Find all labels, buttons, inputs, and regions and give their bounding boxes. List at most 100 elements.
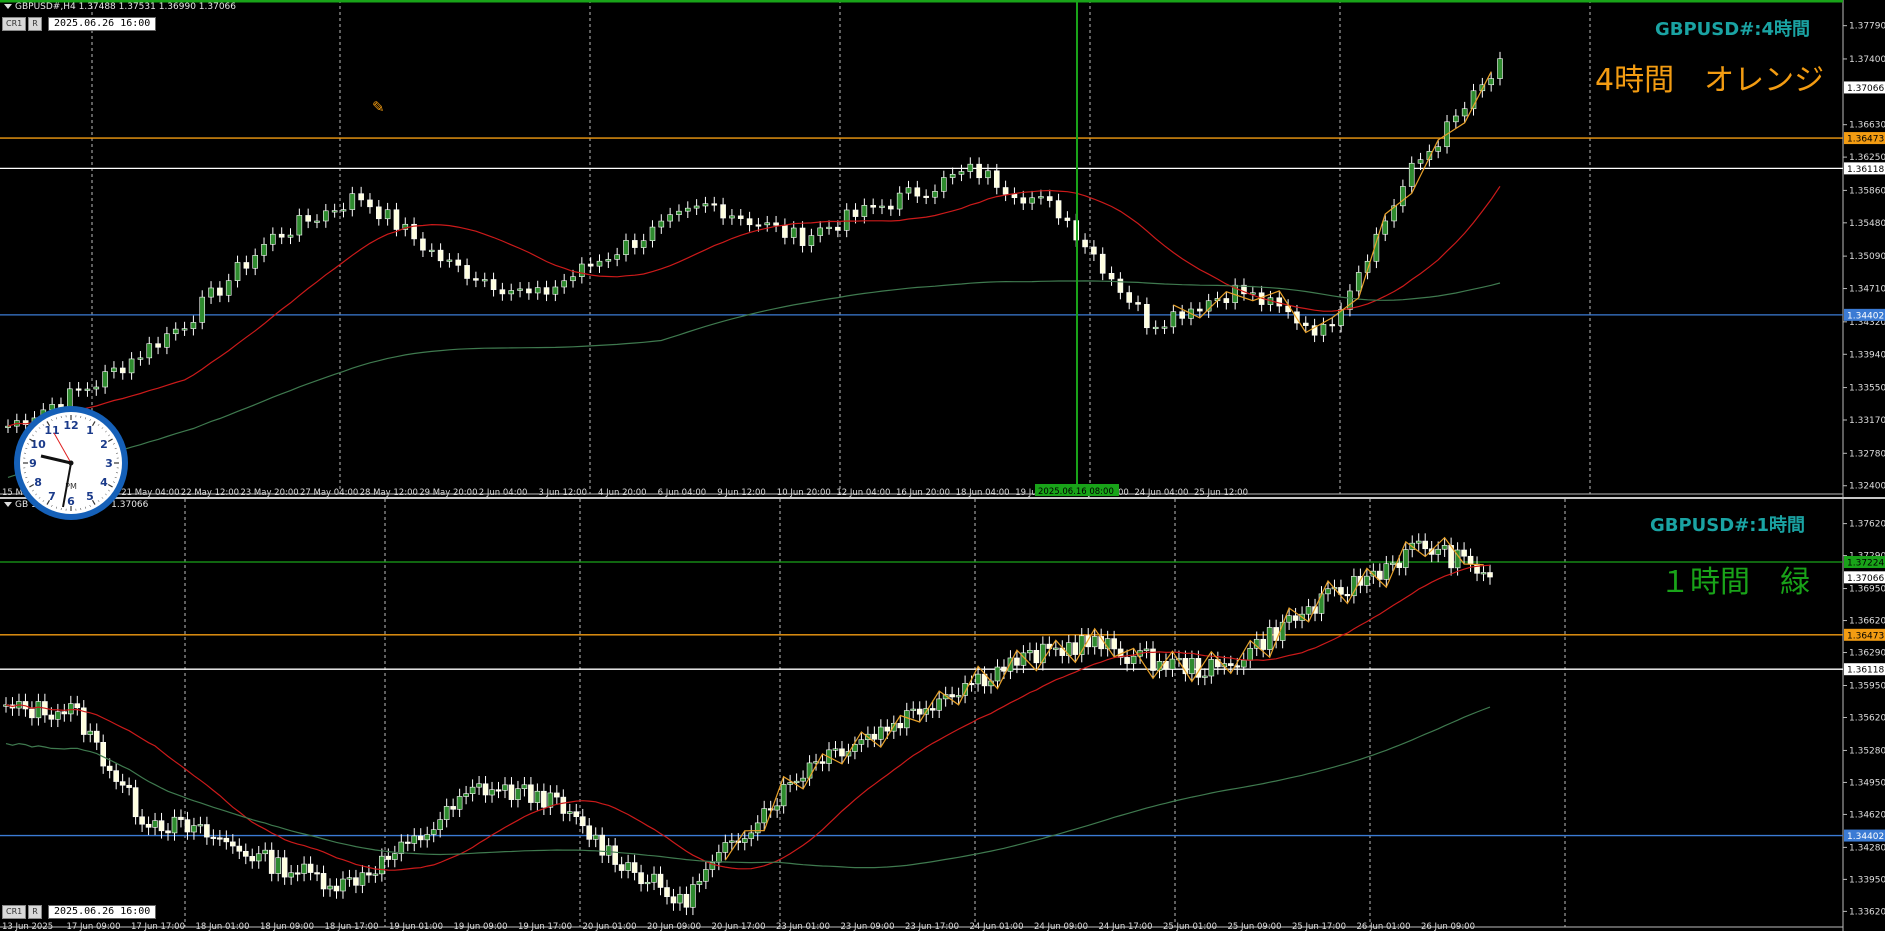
clock-number: 9 — [29, 457, 37, 470]
h4-date-box[interactable]: 2025.06.26 16:00 — [48, 17, 157, 31]
cr1-button[interactable]: CR1 — [2, 17, 27, 31]
candle-body — [392, 853, 398, 860]
candle-body — [393, 209, 400, 230]
candle-body — [677, 893, 683, 904]
time-tick-label: 20 Jun 09:00 — [647, 922, 701, 931]
time-tick-label: 22 May 12:00 — [181, 488, 239, 497]
r-button[interactable]: R — [28, 905, 42, 919]
candle-body — [993, 170, 1000, 188]
analog-clock-widget[interactable]: 12 1 2 3 4 5 6 7 8 9 10 11 PM — [14, 406, 128, 520]
price-tick-label: 1.37790 — [1849, 22, 1885, 32]
candle-body — [586, 825, 593, 840]
clock-icon: 12 1234567891011PM — [23, 415, 119, 511]
r-button[interactable]: R — [28, 17, 42, 31]
candle-body — [579, 816, 586, 827]
candle-body — [327, 885, 333, 890]
collapse-triangle-icon[interactable] — [4, 4, 12, 9]
h4-chart-panel[interactable]: 1.37790 1.37400 1.36630 1.36250 1.35860 1.354… — [0, 0, 1885, 497]
price-tick-label: 1.36630 — [1849, 121, 1885, 131]
candle-body — [307, 863, 314, 873]
cursor-time-label: 2025.06.16 08:00 — [1038, 487, 1114, 497]
candle-body — [113, 770, 119, 782]
candle-body — [1126, 292, 1133, 303]
clock-tick — [112, 443, 115, 445]
candle-body — [561, 280, 567, 288]
candle-body — [1108, 273, 1115, 280]
candle-body — [482, 783, 489, 796]
candle-body — [1389, 562, 1396, 565]
candle-body — [249, 856, 256, 862]
h1-date-box[interactable]: 2025.06.26 16:00 — [48, 905, 157, 919]
candle-body — [217, 287, 223, 296]
candle-body — [676, 210, 682, 216]
candle-body — [476, 783, 482, 788]
candle-body — [534, 790, 541, 803]
candle-body — [1161, 326, 1168, 329]
clock-tick — [112, 481, 115, 483]
candle-body — [358, 193, 364, 201]
candle-body — [1286, 615, 1292, 623]
price-tick-label: 1.32400 — [1849, 482, 1885, 492]
candle-body — [294, 872, 301, 875]
candle-body — [657, 873, 664, 888]
candle-body — [1417, 159, 1424, 164]
candle-body — [967, 163, 974, 172]
cr1-button[interactable]: CR1 — [2, 905, 27, 919]
clock-tick — [97, 424, 100, 426]
candle-body — [502, 784, 508, 791]
time-tick-label: 19 Jun 01:00 — [389, 922, 443, 931]
candle-body — [703, 869, 709, 882]
candle-body — [817, 227, 824, 236]
candle-body — [861, 205, 868, 217]
clock-tick — [107, 438, 113, 443]
candle-body — [420, 238, 426, 251]
candle-body — [696, 880, 703, 885]
price-tick-label: 1.35280 — [1849, 746, 1885, 756]
candle-body — [270, 233, 276, 245]
candle-body — [1400, 186, 1406, 207]
candle-body — [552, 286, 559, 295]
candle-body — [204, 824, 210, 838]
candle-body — [690, 884, 696, 908]
clock-tick — [55, 417, 58, 420]
candle-body — [171, 816, 178, 834]
candle-body — [165, 830, 171, 834]
price-tick-label: 1.33550 — [1849, 384, 1885, 394]
candle-body — [684, 207, 691, 212]
candle-body — [832, 748, 839, 751]
candle-body — [155, 343, 161, 348]
candle-body — [424, 834, 431, 841]
candle-body — [1435, 548, 1441, 555]
candle-body — [93, 386, 100, 390]
clock-tick — [42, 500, 45, 502]
candle-body — [1325, 588, 1331, 595]
candle-body — [132, 787, 139, 818]
h1-chart-canvas[interactable]: 1.376201.372901.369501.366201.362901.359… — [0, 499, 1885, 931]
candle-body — [314, 872, 320, 875]
collapse-triangle-icon[interactable] — [4, 502, 12, 507]
candle-body — [261, 244, 267, 256]
clock-tick — [105, 430, 107, 433]
candle-body — [728, 840, 735, 843]
time-tick-label: 6 Jun 04:00 — [658, 488, 707, 497]
candle-body — [1020, 197, 1027, 204]
candle-body — [1053, 647, 1059, 650]
candle-body — [1144, 304, 1150, 329]
candle-body — [773, 222, 779, 226]
candle-body — [191, 825, 197, 833]
candle-body — [1197, 308, 1203, 312]
time-tick-label: 21 May 04:00 — [121, 488, 179, 497]
candle-body — [879, 205, 885, 208]
candle-body — [262, 849, 269, 855]
candle-body — [375, 206, 382, 220]
candle-body — [878, 726, 884, 740]
candle-body — [119, 781, 126, 786]
clock-tick — [84, 506, 87, 509]
candle-body — [301, 863, 307, 874]
clock-number: 8 — [34, 476, 42, 489]
candle-body — [664, 887, 670, 898]
price-tick-label: 1.33950 — [1849, 875, 1885, 885]
candle-body — [1227, 663, 1234, 666]
candle-body — [667, 214, 673, 222]
h1-chart-panel[interactable]: 1.376201.372901.369501.366201.362901.359… — [0, 499, 1885, 931]
